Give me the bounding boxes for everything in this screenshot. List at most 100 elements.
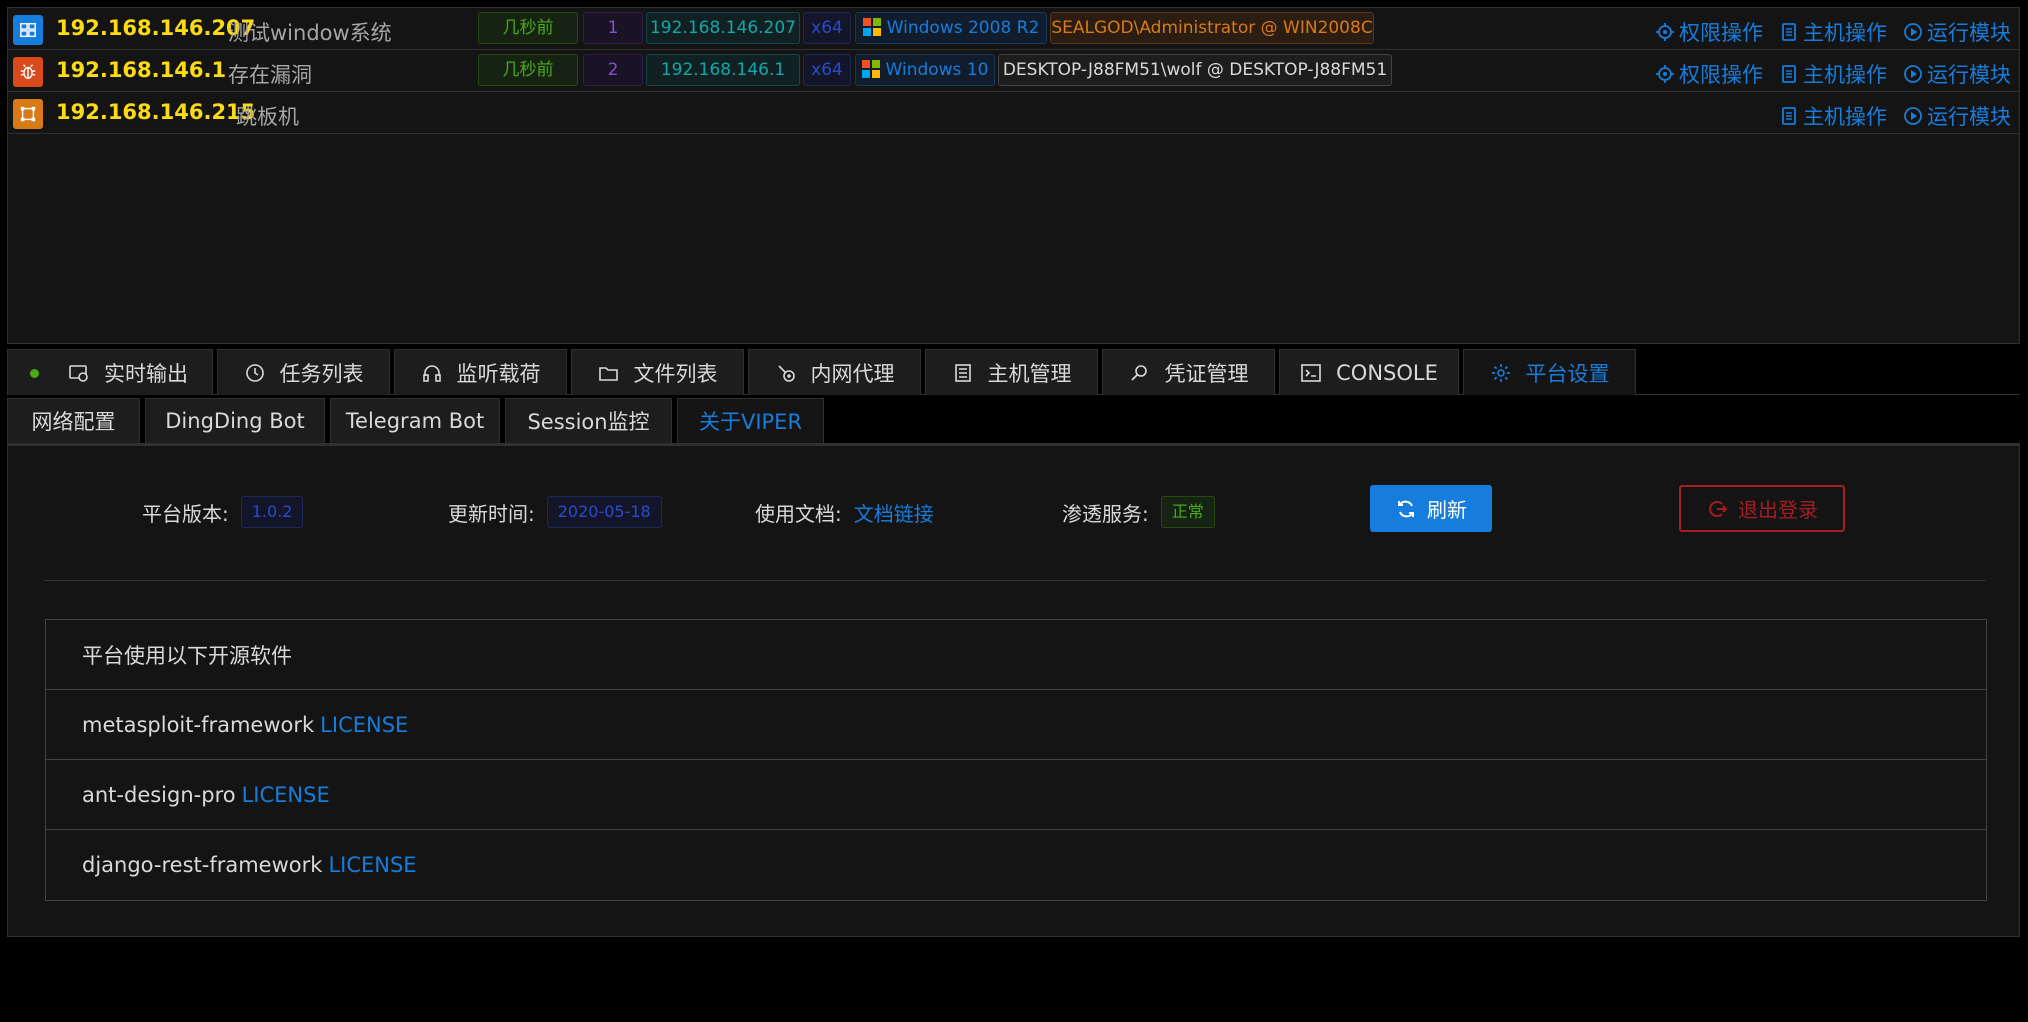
tab-realtime-output[interactable]: 实时输出 xyxy=(7,349,213,395)
update-label: 更新时间: xyxy=(448,501,535,526)
headphones-icon xyxy=(422,364,441,382)
tab-file-list[interactable]: 文件列表 xyxy=(571,349,744,395)
logout-icon xyxy=(1709,500,1728,517)
license-link[interactable]: LICENSE xyxy=(328,853,416,877)
update-tag: 2020-05-18 xyxy=(546,496,662,528)
update-info: 更新时间: 2020-05-18 xyxy=(448,492,662,532)
license-link[interactable]: LICENSE xyxy=(320,713,408,737)
user-tag: DESKTOP-J88FM51\wolf @ DESKTOP-J88FM51 xyxy=(998,54,1392,86)
run-module-label: 运行模块 xyxy=(1927,63,2011,87)
tab-label: 任务列表 xyxy=(279,361,364,386)
gateway-icon xyxy=(13,99,43,129)
session-count-tag: 2 xyxy=(583,54,643,86)
host-actions: 权限操作 主机操作 运行模块 xyxy=(1655,59,2011,89)
tab-label: 监听载荷 xyxy=(456,361,541,386)
host-action-label: 主机操作 xyxy=(1803,105,1887,129)
arch-tag: x64 xyxy=(803,54,851,86)
subtab-about-viper[interactable]: 关于VIPER xyxy=(677,398,824,443)
tab-intranet-proxy[interactable]: 内网代理 xyxy=(748,349,921,395)
host-description: 测试window系统 xyxy=(228,21,392,45)
host-actions: 权限操作 主机操作 运行模块 xyxy=(1655,17,2011,47)
host-actions: 主机操作 运行模块 xyxy=(1779,101,2011,131)
tab-label: 文件列表 xyxy=(633,361,718,386)
tab-label: 主机管理 xyxy=(987,361,1072,386)
heartbeat-tag: 几秒前 xyxy=(478,12,578,44)
list-item: django-rest-framework LICENSE xyxy=(46,830,1986,900)
about-panel: 平台版本: 1.0.2 更新时间: 2020-05-18 使用文档: 文档链接 … xyxy=(7,444,2020,937)
subtab-network-config[interactable]: 网络配置 xyxy=(7,398,140,443)
docs-label: 使用文档: xyxy=(755,501,842,526)
subtab-session-monitor[interactable]: Session监控 xyxy=(505,398,672,443)
session-count-tag: 1 xyxy=(583,12,643,44)
host-action-button[interactable]: 主机操作 xyxy=(1779,17,1887,47)
tab-label: 内网代理 xyxy=(810,361,895,386)
subtab-dingding-bot[interactable]: DingDing Bot xyxy=(145,398,325,443)
monitor-icon xyxy=(69,364,88,382)
play-circle-icon xyxy=(1904,23,1922,41)
run-module-button[interactable]: 运行模块 xyxy=(1903,59,2011,89)
host-row[interactable]: 192.168.146.1 存在漏洞 几秒前 2 192.168.146.1 x… xyxy=(8,50,2019,92)
server-icon xyxy=(954,363,971,382)
logout-button[interactable]: 退出登录 xyxy=(1679,485,1845,532)
divider xyxy=(44,580,1986,581)
service-status-tag: 正常 xyxy=(1160,496,1215,528)
host-action-label: 主机操作 xyxy=(1803,63,1887,87)
tab-console[interactable]: CONSOLE xyxy=(1279,349,1459,395)
run-module-label: 运行模块 xyxy=(1927,21,2011,45)
status-dot xyxy=(30,369,39,378)
tab-label: 凭证管理 xyxy=(1164,361,1249,386)
host-ip: 192.168.146.207 xyxy=(56,16,256,40)
os-tag: Windows 10 xyxy=(855,54,995,86)
play-circle-icon xyxy=(1904,107,1922,125)
privilege-action-button[interactable]: 权限操作 xyxy=(1655,59,1763,89)
history-icon xyxy=(245,363,264,382)
open-source-list: 平台使用以下开源软件 metasploit-framework LICENSE … xyxy=(45,619,1987,901)
host-row[interactable]: 192.168.146.215 跳板机 主机操作 运行模块 xyxy=(8,92,2019,134)
gear-icon xyxy=(1491,363,1510,382)
host-description: 跳板机 xyxy=(236,105,299,129)
host-action-button[interactable]: 主机操作 xyxy=(1779,59,1887,89)
open-source-header: 平台使用以下开源软件 xyxy=(46,620,1986,690)
api-icon xyxy=(777,364,795,382)
refresh-label: 刷新 xyxy=(1427,500,1467,522)
list-item: ant-design-pro LICENSE xyxy=(46,760,1986,830)
arch-tag: x64 xyxy=(803,12,851,44)
settings-tab-bar: 网络配置 DingDing Bot Telegram Bot Session监控… xyxy=(7,398,2020,444)
subtab-telegram-bot[interactable]: Telegram Bot xyxy=(330,398,500,443)
service-label: 渗透服务: xyxy=(1062,501,1149,526)
refresh-button[interactable]: 刷新 xyxy=(1370,485,1492,532)
windows-logo-icon xyxy=(862,18,881,36)
tab-platform-settings[interactable]: 平台设置 xyxy=(1463,349,1636,395)
tab-listener-payload[interactable]: 监听载荷 xyxy=(394,349,567,395)
main-tab-bar: 实时输出 任务列表 监听载荷 文件列表 内网代理 主机管理 凭证管理 CONSO… xyxy=(7,349,2020,395)
run-module-button[interactable]: 运行模块 xyxy=(1903,101,2011,131)
tab-credential-management[interactable]: 凭证管理 xyxy=(1102,349,1275,395)
version-info: 平台版本: 1.0.2 xyxy=(142,492,304,532)
host-row[interactable]: 192.168.146.207 测试window系统 几秒前 1 192.168… xyxy=(8,8,2019,50)
version-tag: 1.0.2 xyxy=(240,496,304,528)
docs-link[interactable]: 文档链接 xyxy=(854,498,934,527)
run-module-label: 运行模块 xyxy=(1927,105,2011,129)
document-icon xyxy=(1782,23,1796,41)
host-action-button[interactable]: 主机操作 xyxy=(1779,101,1887,131)
document-icon xyxy=(1782,107,1796,125)
host-ip: 192.168.146.1 xyxy=(56,58,227,82)
run-module-button[interactable]: 运行模块 xyxy=(1903,17,2011,47)
tab-label: 平台设置 xyxy=(1525,361,1610,386)
host-action-label: 主机操作 xyxy=(1803,21,1887,45)
host-description: 存在漏洞 xyxy=(228,63,312,87)
privilege-action-button[interactable]: 权限操作 xyxy=(1655,17,1763,47)
tab-task-list[interactable]: 任务列表 xyxy=(217,349,390,395)
software-name: django-rest-framework xyxy=(82,853,323,877)
os-name: Windows 2008 R2 xyxy=(886,18,1040,38)
license-link[interactable]: LICENSE xyxy=(242,783,330,807)
terminal-icon xyxy=(1301,363,1321,382)
user-tag: SEALGOD\Administrator @ WIN2008C xyxy=(1050,12,1374,44)
session-ip-tag: 192.168.146.1 xyxy=(646,54,800,86)
privilege-action-label: 权限操作 xyxy=(1679,63,1763,87)
play-circle-icon xyxy=(1904,65,1922,83)
session-ip-tag: 192.168.146.207 xyxy=(646,12,800,44)
host-list: 192.168.146.207 测试window系统 几秒前 1 192.168… xyxy=(7,7,2020,344)
docs-info: 使用文档: 文档链接 xyxy=(755,492,934,532)
tab-host-management[interactable]: 主机管理 xyxy=(925,349,1098,395)
